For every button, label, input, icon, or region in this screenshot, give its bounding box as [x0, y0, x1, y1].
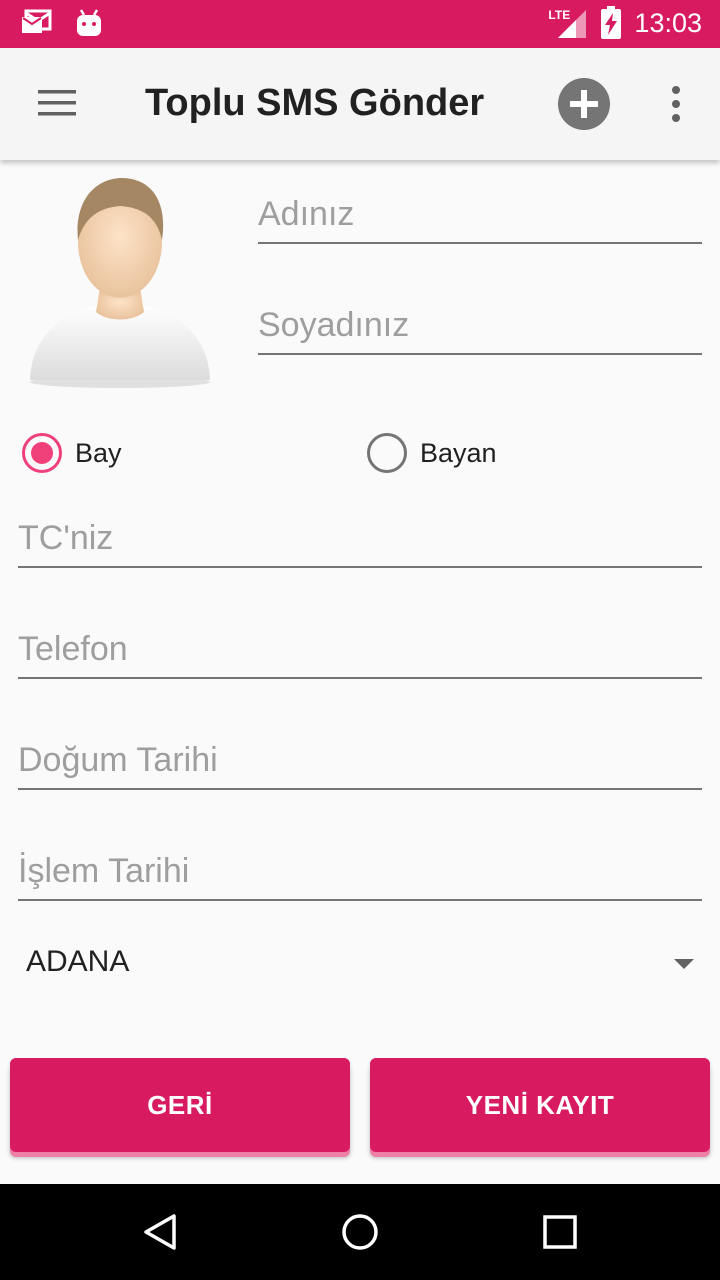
first-name-field[interactable]: Adınız — [258, 188, 702, 244]
last-name-field[interactable]: Soyadınız — [258, 299, 702, 355]
app-title: Toplu SMS Gönder — [145, 82, 485, 124]
dropdown-arrow-icon — [674, 959, 694, 969]
process-date-field[interactable]: İşlem Tarihi — [18, 845, 702, 901]
radio-bay[interactable]: Bay — [22, 428, 122, 478]
phone-hint: Telefon — [18, 630, 128, 668]
tc-hint: TC'niz — [18, 519, 114, 557]
add-circle-icon[interactable] — [556, 76, 612, 132]
new-record-button[interactable]: YENİ KAYIT — [370, 1058, 710, 1152]
status-bar: LTE 13:03 — [0, 0, 720, 48]
radio-checked-icon — [22, 433, 62, 473]
recents-square-icon[interactable] — [538, 1210, 582, 1254]
last-name-hint: Soyadınız — [258, 306, 410, 344]
radio-bay-label: Bay — [75, 437, 122, 468]
city-spinner[interactable]: ADANA — [18, 935, 702, 995]
avatar-placeholder — [30, 178, 210, 388]
city-selected-value: ADANA — [26, 945, 130, 978]
first-name-hint: Adınız — [258, 195, 355, 233]
battery-charging-icon — [601, 6, 622, 39]
back-button[interactable]: GERİ — [10, 1058, 350, 1152]
status-time: 13:03 — [634, 7, 702, 38]
radio-bayan-label: Bayan — [420, 437, 497, 468]
birth-date-field[interactable]: Doğum Tarihi — [18, 734, 702, 790]
lte-signal-icon: LTE — [548, 6, 588, 40]
more-vert-icon[interactable] — [656, 80, 696, 128]
home-circle-icon[interactable] — [338, 1210, 382, 1254]
phone-field[interactable]: Telefon — [18, 623, 702, 679]
radio-unchecked-icon — [367, 433, 407, 473]
tc-field[interactable]: TC'niz — [18, 512, 702, 568]
back-triangle-icon[interactable] — [138, 1210, 182, 1254]
process-date-hint: İşlem Tarihi — [18, 852, 190, 890]
mail-notification-icon — [22, 9, 52, 33]
menu-icon[interactable] — [30, 84, 82, 124]
navigation-bar — [0, 1184, 720, 1280]
app-bar: Toplu SMS Gönder — [0, 48, 720, 160]
birth-date-hint: Doğum Tarihi — [18, 741, 218, 779]
android-debug-icon — [77, 9, 101, 36]
radio-bayan[interactable]: Bayan — [367, 428, 497, 478]
